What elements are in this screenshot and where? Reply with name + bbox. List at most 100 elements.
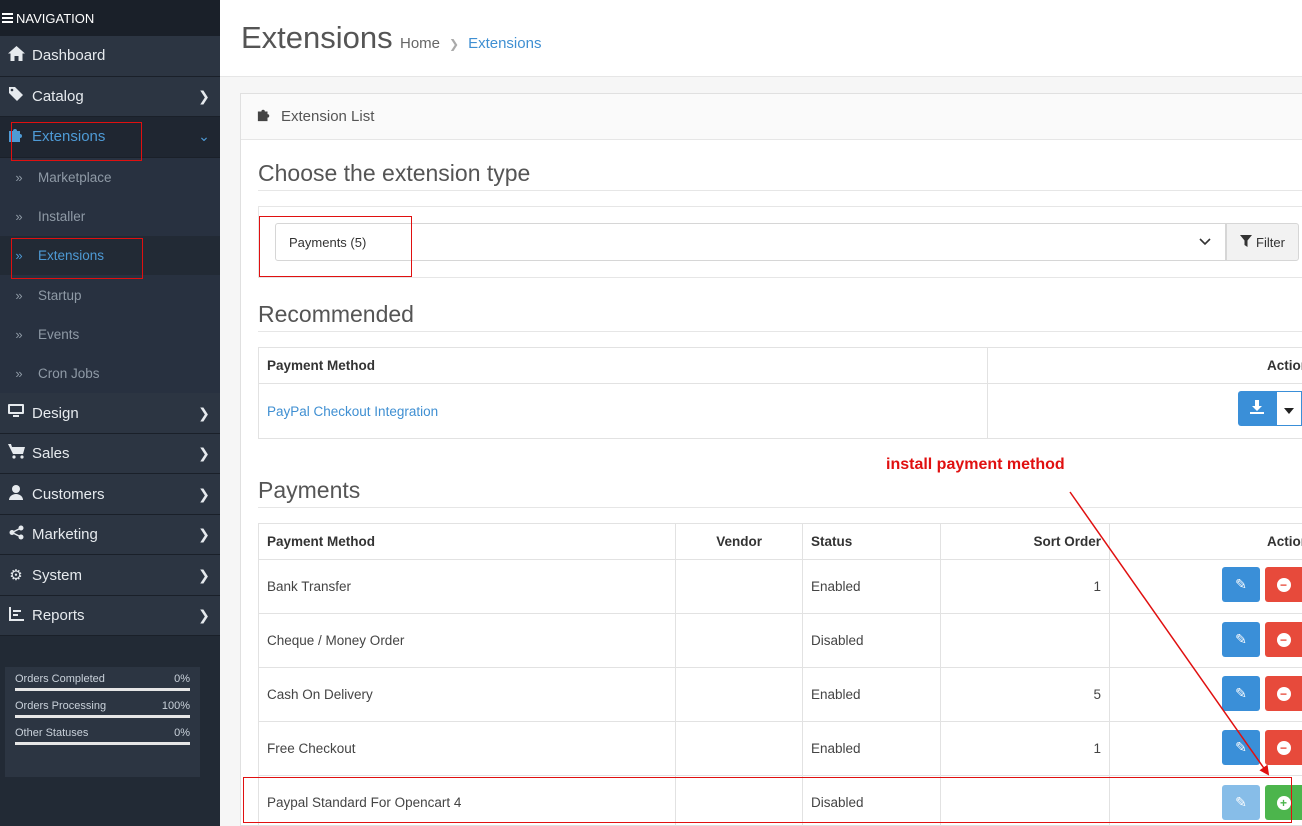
col-action: Action <box>987 347 1302 384</box>
status-cell: Disabled <box>802 613 941 668</box>
minus-circle-icon: − <box>1276 686 1291 701</box>
sidebar-item-marketing[interactable]: Marketing ❯ <box>0 514 220 556</box>
stat-progress-bar <box>15 742 190 745</box>
sidebar-subitem-marketplace[interactable]: » Marketplace <box>0 157 220 197</box>
col-vendor: Vendor <box>675 523 803 560</box>
divider <box>258 190 1302 191</box>
uninstall-button[interactable]: − <box>1265 730 1302 765</box>
divider <box>258 331 1302 332</box>
cart-icon <box>0 444 32 463</box>
sort-order-cell <box>940 613 1110 668</box>
chevron-right-icon: ❯ <box>198 526 210 543</box>
sidebar-item-label: Sales <box>32 445 70 463</box>
sidebar-item-label: Catalog <box>32 87 84 105</box>
card-title: Extension List <box>281 108 375 125</box>
nav-header-label: NAVIGATION <box>16 10 95 26</box>
stat-value: 0% <box>174 727 190 739</box>
pencil-icon: ✎ <box>1235 739 1247 755</box>
install-dropdown-toggle[interactable] <box>1276 391 1302 426</box>
double-chevron-icon: » <box>15 326 23 342</box>
minus-circle-icon: − <box>1276 632 1291 647</box>
sidebar-subitem-events[interactable]: » Events <box>0 314 220 354</box>
highlight-box-type-select <box>259 216 412 277</box>
uninstall-button[interactable]: − <box>1265 622 1302 657</box>
method-cell: Cheque / Money Order <box>258 613 676 668</box>
sidebar-subitem-label: Marketplace <box>38 169 112 185</box>
sidebar-item-label: System <box>32 566 83 584</box>
gear-icon: ⚙ <box>9 567 23 585</box>
vendor-cell <box>675 721 803 776</box>
pencil-icon: ✎ <box>1235 631 1247 647</box>
stat-value: 0% <box>174 673 190 685</box>
method-cell: Bank Transfer <box>258 559 676 614</box>
highlight-box-extensions-menu <box>11 122 142 161</box>
edit-button[interactable]: ✎ <box>1222 730 1260 765</box>
highlight-box-extensions-submenu <box>11 238 143 279</box>
share-icon <box>0 525 32 544</box>
tag-icon <box>0 87 32 105</box>
recommended-table: Payment Method Action PayPal Checkout In… <box>258 347 1302 439</box>
home-icon <box>0 46 32 65</box>
highlight-box-paypal-row <box>243 777 1292 823</box>
order-stats-panel: Orders Completed 0% Orders Processing 10… <box>5 667 200 777</box>
sidebar-subitem-label: Cron Jobs <box>38 366 100 382</box>
sidebar-item-dashboard[interactable]: Dashboard <box>0 36 220 77</box>
recommended-item-link[interactable]: PayPal Checkout Integration <box>258 383 988 439</box>
sort-order-cell: 1 <box>940 559 1110 614</box>
pencil-icon: ✎ <box>1235 576 1247 592</box>
edit-button[interactable]: ✎ <box>1222 622 1260 657</box>
table-row: Free Checkout Enabled 1 <box>258 721 1302 776</box>
col-action: Action <box>1109 523 1302 560</box>
sidebar-subitem-label: Startup <box>38 287 82 303</box>
vendor-cell <box>675 667 803 722</box>
double-chevron-icon: » <box>15 169 23 185</box>
table-row: Cheque / Money Order Disabled <box>258 613 1302 668</box>
divider <box>258 507 1302 508</box>
pencil-icon: ✎ <box>1235 685 1247 701</box>
edit-button[interactable]: ✎ <box>1222 567 1260 602</box>
sidebar-item-design[interactable]: Design ❯ <box>0 393 220 434</box>
nav-header[interactable]: NAVIGATION <box>0 0 220 36</box>
breadcrumb-current[interactable]: Extensions <box>468 35 541 52</box>
breadcrumb-home[interactable]: Home <box>400 35 440 52</box>
sidebar-item-catalog[interactable]: Catalog ❯ <box>0 76 220 117</box>
extension-type-select[interactable]: Payments (5) <box>275 223 1226 261</box>
sidebar-item-label: Design <box>32 404 79 422</box>
bar-chart-icon <box>0 606 32 625</box>
col-payment-method: Payment Method <box>258 523 676 560</box>
menu-icon[interactable] <box>2 11 13 25</box>
user-icon <box>0 484 32 504</box>
sidebar-item-system[interactable]: ⚙ System ❯ <box>0 555 220 596</box>
status-cell: Enabled <box>802 721 941 776</box>
uninstall-button[interactable]: − <box>1265 567 1302 602</box>
recommended-heading: Recommended <box>258 301 414 327</box>
uninstall-button[interactable]: − <box>1265 676 1302 711</box>
filter-panel: Payments (5) Filter <box>258 206 1302 278</box>
sort-order-cell: 5 <box>940 667 1110 722</box>
table-row: Cash On Delivery Enabled 5 <box>258 667 1302 722</box>
stat-other-statuses: Other Statuses 0% <box>15 727 190 745</box>
sidebar-item-label: Reports <box>32 607 85 625</box>
page-header: Extensions Home ❯ Extensions <box>220 0 1302 77</box>
col-status: Status <box>802 523 941 560</box>
chevron-right-icon: ❯ <box>198 607 210 624</box>
sidebar-item-customers[interactable]: Customers ❯ <box>0 474 220 515</box>
stat-progress-bar <box>15 715 190 718</box>
sidebar-subitem-startup[interactable]: » Startup <box>0 275 220 315</box>
main-content: Extensions Home ❯ Extensions Extension Lis… <box>220 0 1302 826</box>
sidebar-subitem-cron-jobs[interactable]: » Cron Jobs <box>0 353 220 394</box>
annotation-text: install payment method <box>886 456 1065 473</box>
install-download-button[interactable] <box>1238 391 1276 426</box>
chevron-right-icon: ❯ <box>198 485 210 502</box>
chevron-right-icon: ❯ <box>198 404 210 421</box>
chevron-down-icon: ⌄ <box>198 128 210 145</box>
stat-label: Other Statuses <box>15 727 89 739</box>
sidebar-item-reports[interactable]: Reports ❯ <box>0 595 220 637</box>
filter-button[interactable]: Filter <box>1226 223 1299 261</box>
col-sort-order: Sort Order <box>940 523 1110 560</box>
edit-button[interactable]: ✎ <box>1222 676 1260 711</box>
double-chevron-icon: » <box>15 366 23 382</box>
sidebar-subitem-installer[interactable]: » Installer <box>0 196 220 237</box>
sidebar-item-sales[interactable]: Sales ❯ <box>0 433 220 475</box>
stat-orders-processing: Orders Processing 100% <box>15 700 190 718</box>
